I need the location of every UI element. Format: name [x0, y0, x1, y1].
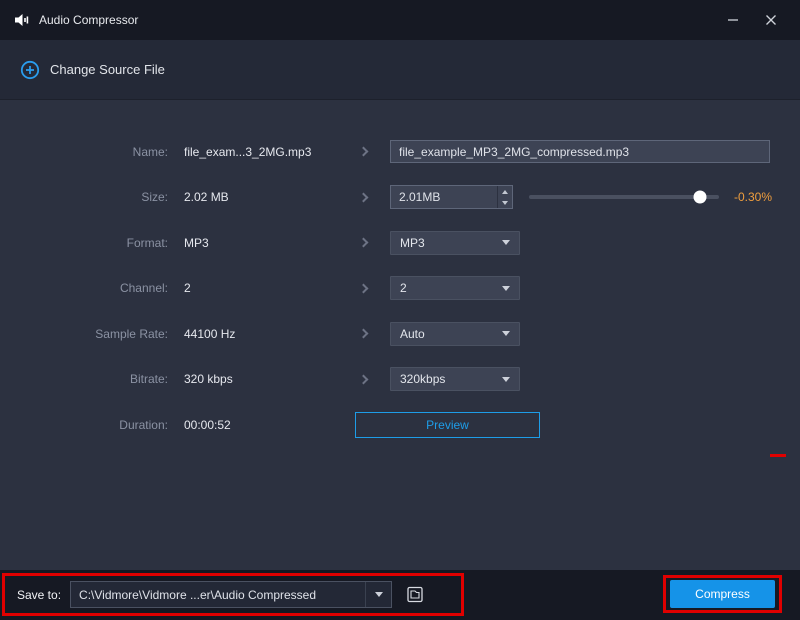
save-path-input[interactable] — [71, 582, 365, 607]
plus-circle-icon — [20, 60, 40, 80]
main-panel: Name: file_exam...3_2MG.mp3 Size: 2.02 M… — [0, 101, 800, 570]
bitrate-select[interactable]: 320kbps — [390, 367, 520, 391]
save-path-dropdown-button[interactable] — [365, 582, 391, 607]
caret-down-icon — [502, 286, 510, 291]
window-title: Audio Compressor — [39, 13, 138, 27]
format-current-value: MP3 — [184, 236, 354, 250]
save-to-label: Save to: — [17, 588, 61, 602]
settings-form: Name: file_exam...3_2MG.mp3 Size: 2.02 M… — [0, 129, 800, 448]
audio-compressor-window: Audio Compressor — [0, 0, 800, 620]
minimize-icon — [727, 14, 739, 26]
format-select[interactable]: MP3 — [390, 231, 520, 255]
chevron-right-icon — [358, 238, 368, 248]
sample-rate-selected-value: Auto — [400, 327, 425, 341]
speaker-icon — [14, 12, 30, 28]
caret-up-icon — [502, 190, 508, 194]
caret-down-icon — [375, 592, 383, 597]
caret-down-icon — [502, 377, 510, 382]
channel-select[interactable]: 2 — [390, 276, 520, 300]
change-source-file-button[interactable]: Change Source File — [20, 60, 165, 80]
output-name-input[interactable] — [390, 140, 770, 163]
format-label: Format: — [0, 236, 168, 250]
save-path-field — [70, 581, 392, 608]
size-label: Size: — [0, 190, 168, 204]
minimize-button[interactable] — [718, 6, 748, 34]
chevron-right-icon — [358, 329, 368, 339]
channel-label: Channel: — [0, 281, 168, 295]
save-to-annotation-box: Save to: — [2, 573, 464, 616]
channel-row: Channel: 2 2 — [0, 266, 800, 312]
channel-selected-value: 2 — [400, 281, 407, 295]
format-selected-value: MP3 — [400, 236, 425, 250]
compress-annotation-box: Compress — [663, 575, 782, 613]
bitrate-selected-value: 320kbps — [400, 372, 445, 386]
bitrate-current-value: 320 kbps — [184, 372, 354, 386]
sample-rate-row: Sample Rate: 44100 Hz Auto — [0, 311, 800, 357]
duration-label: Duration: — [0, 418, 168, 432]
window-controls — [718, 6, 786, 34]
size-increase-button[interactable] — [498, 186, 512, 197]
folder-icon — [407, 586, 426, 603]
duration-row: Duration: 00:00:52 Preview — [0, 402, 800, 448]
chevron-right-icon — [358, 283, 368, 293]
browse-folder-button[interactable] — [401, 581, 431, 608]
name-current-value: file_exam...3_2MG.mp3 — [184, 145, 354, 159]
chevron-right-icon — [358, 147, 368, 157]
close-icon — [765, 14, 777, 26]
footer-bar: Save to: Compress — [0, 570, 800, 620]
sample-rate-label: Sample Rate: — [0, 327, 168, 341]
close-button[interactable] — [756, 6, 786, 34]
size-slider[interactable] — [529, 195, 719, 199]
target-size-stepper[interactable] — [390, 185, 513, 209]
sample-rate-select[interactable]: Auto — [390, 322, 520, 346]
bitrate-row: Bitrate: 320 kbps 320kbps — [0, 357, 800, 403]
sample-rate-current-value: 44100 Hz — [184, 327, 354, 341]
source-bar: Change Source File — [0, 40, 800, 100]
size-slider-handle[interactable] — [694, 191, 707, 204]
red-mark-annotation — [770, 454, 786, 457]
change-source-file-label: Change Source File — [50, 62, 165, 77]
caret-down-icon — [502, 201, 508, 205]
channel-current-value: 2 — [184, 281, 354, 295]
caret-down-icon — [502, 240, 510, 245]
chevron-right-icon — [358, 374, 368, 384]
compress-button[interactable]: Compress — [670, 580, 775, 608]
size-current-value: 2.02 MB — [184, 190, 354, 204]
target-size-input[interactable] — [391, 186, 497, 208]
caret-down-icon — [502, 331, 510, 336]
preview-button[interactable]: Preview — [355, 412, 540, 438]
titlebar: Audio Compressor — [0, 0, 800, 40]
size-row: Size: 2.02 MB -0.30% — [0, 175, 800, 221]
size-decrease-button[interactable] — [498, 197, 512, 208]
name-label: Name: — [0, 145, 168, 159]
bitrate-label: Bitrate: — [0, 372, 168, 386]
duration-current-value: 00:00:52 — [184, 418, 354, 432]
size-change-percent: -0.30% — [734, 190, 772, 204]
chevron-right-icon — [358, 192, 368, 202]
name-row: Name: file_exam...3_2MG.mp3 — [0, 129, 800, 175]
format-row: Format: MP3 MP3 — [0, 220, 800, 266]
